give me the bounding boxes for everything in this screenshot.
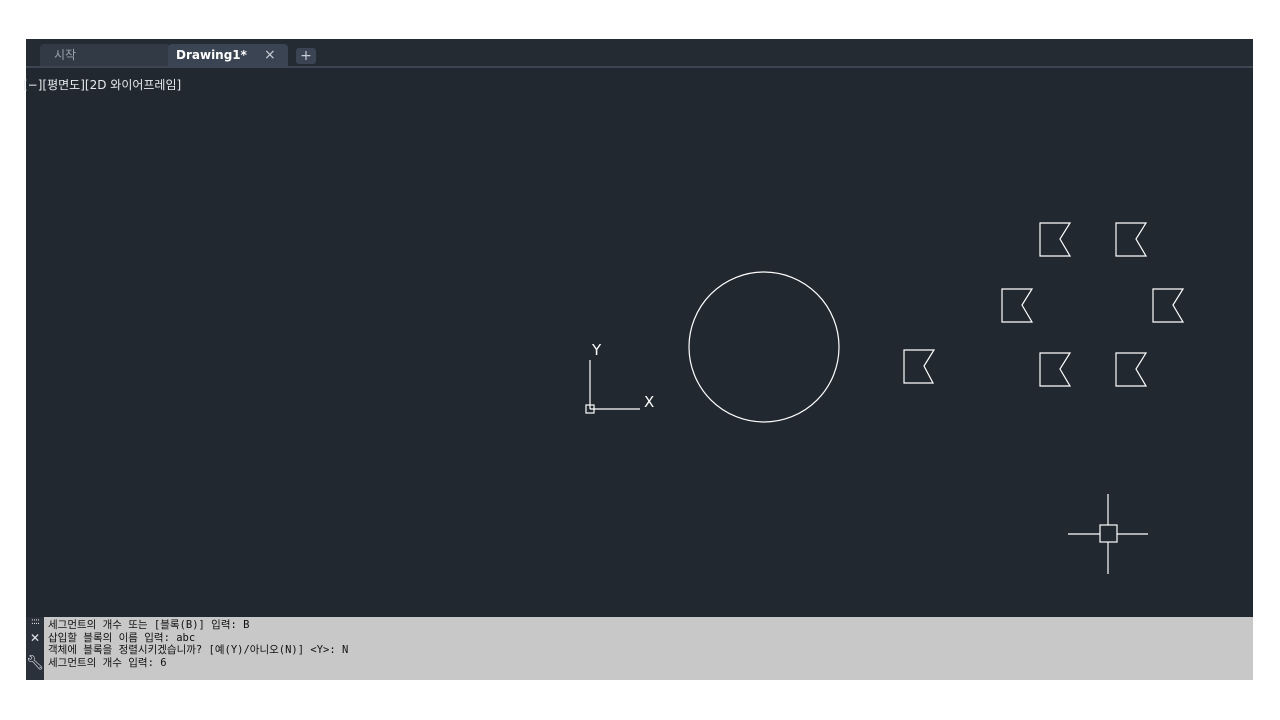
circle-object[interactable] (688, 271, 840, 423)
crosshair-cursor (1068, 494, 1148, 574)
command-line-panel[interactable]: :::: ✕ 🔧︎ 세그먼트의 개수 또는 [블록(B)] 입력: B 삽입할 … (26, 617, 1253, 680)
block-abc-7[interactable] (1115, 352, 1148, 387)
block-abc-2[interactable] (1039, 222, 1072, 257)
tab-start[interactable]: 시작 (40, 44, 170, 66)
grip-icon[interactable]: :::: (26, 617, 44, 627)
command-toolbar: :::: ✕ 🔧︎ (26, 617, 44, 680)
block-abc-1[interactable] (903, 349, 936, 384)
autocad-window: 시작 Drawing1* × + [−][평면도][2D 와이어프레임] Y X (23, 39, 1253, 680)
drawing-canvas[interactable]: Y X (26, 68, 1253, 656)
command-line-4: 세그먼트의 개수 입력: 6 (48, 656, 167, 669)
wrench-icon[interactable]: 🔧︎ (26, 655, 44, 671)
tab-start-label: 시작 (54, 48, 77, 62)
block-abc-5[interactable] (1152, 288, 1185, 323)
tab-drawing1[interactable]: Drawing1* × (168, 44, 288, 66)
tab-drawing1-label: Drawing1* (176, 48, 247, 62)
ucs-x-label: X (644, 393, 654, 411)
file-tab-bar: 시작 Drawing1* × + (26, 39, 1253, 66)
command-line-1: 세그먼트의 개수 또는 [블록(B)] 입력: B (48, 619, 250, 631)
ucs-icon: Y X (585, 341, 654, 414)
command-line-2: 삽입할 블록의 이름 입력: abc (48, 631, 196, 644)
close-icon[interactable]: ✕ (26, 631, 44, 645)
block-abc-6[interactable] (1039, 352, 1072, 387)
new-tab-button[interactable]: + (296, 48, 316, 64)
ucs-y-label: Y (591, 341, 602, 359)
block-abc-4[interactable] (1001, 288, 1034, 323)
command-line-3: 객체에 블록을 정렬시키겠습니까? [예(Y)/아니오(N)] <Y>: N (48, 644, 349, 656)
close-tab-icon[interactable]: × (264, 44, 276, 66)
command-history: 세그먼트의 개수 또는 [블록(B)] 입력: B 삽입할 블록의 이름 입력:… (48, 619, 348, 669)
block-abc-3[interactable] (1115, 222, 1148, 257)
